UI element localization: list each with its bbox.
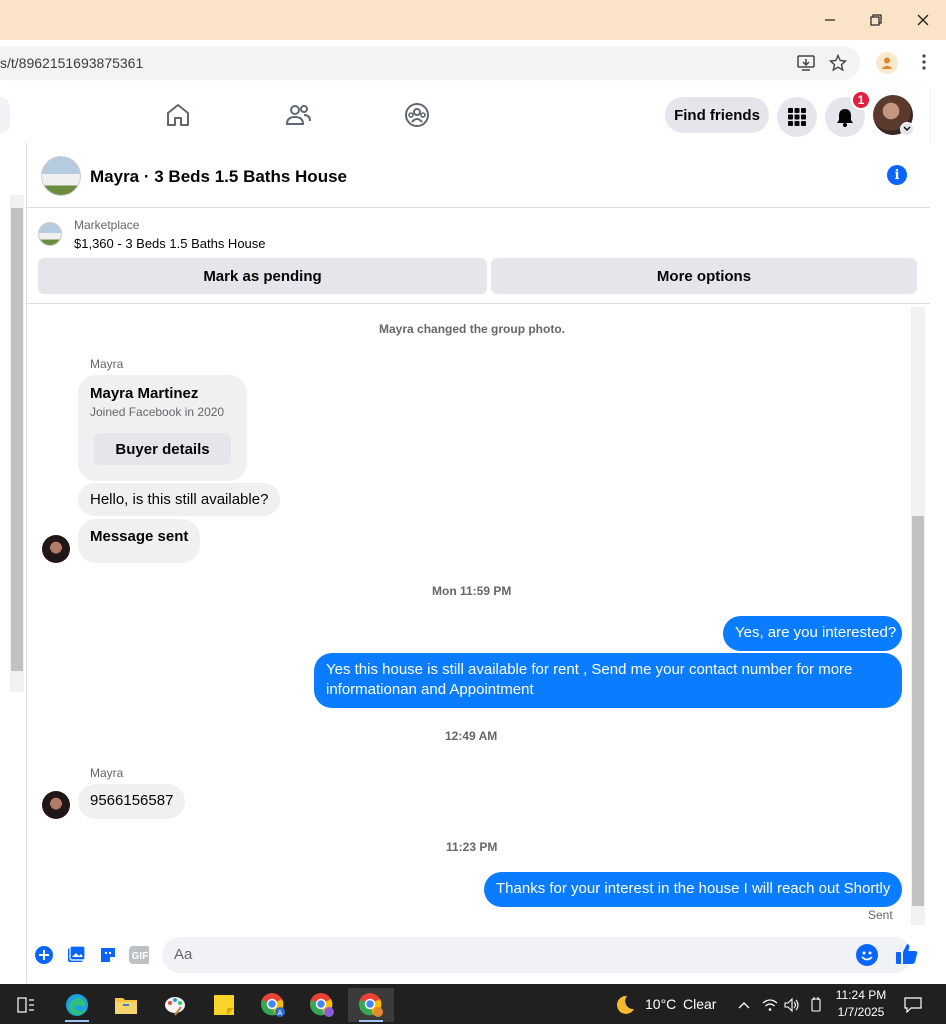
- more-menu-icon[interactable]: [914, 52, 934, 72]
- url-box[interactable]: s/t/8962151693875361: [0, 46, 860, 80]
- home-icon[interactable]: [164, 101, 192, 129]
- mark-as-pending-button[interactable]: Mark as pending: [38, 258, 487, 294]
- chevron-up-icon[interactable]: [733, 988, 755, 1022]
- listing-price-title[interactable]: $1,360 - 3 Beds 1.5 Baths House: [74, 236, 266, 251]
- chrome-profile-b-icon[interactable]: [302, 988, 342, 1022]
- sender-avatar[interactable]: [42, 535, 70, 563]
- add-circle-icon[interactable]: [34, 945, 54, 965]
- browser-titlebar: [0, 0, 946, 40]
- wifi-icon[interactable]: [760, 988, 780, 1022]
- message-thread: Mayra changed the group photo. Mayra May…: [27, 305, 930, 927]
- timestamp-separator: 12:49 AM: [445, 729, 498, 743]
- thread-scrollbar-thumb[interactable]: [912, 516, 924, 906]
- restore-icon[interactable]: [864, 8, 888, 32]
- gif-icon[interactable]: GIF: [129, 945, 149, 965]
- message-bubble-outgoing[interactable]: Thanks for your interest in the house I …: [484, 872, 902, 907]
- message-bubble-outgoing[interactable]: Yes, are you interested?: [723, 616, 902, 651]
- chat-header: Mayra · 3 Beds 1.5 Baths House i: [27, 143, 930, 208]
- marketplace-bar: Marketplace $1,360 - 3 Beds 1.5 Baths Ho…: [27, 208, 930, 304]
- sender-avatar[interactable]: [42, 791, 70, 819]
- composer-bar: GIF Aa: [27, 928, 930, 983]
- message-sent-bubble[interactable]: Message sent: [78, 519, 201, 563]
- message-input[interactable]: Aa: [162, 937, 912, 973]
- info-icon[interactable]: i: [887, 165, 907, 185]
- close-icon[interactable]: [911, 8, 935, 32]
- facebook-navbar: Find friends: [0, 87, 930, 143]
- friends-icon[interactable]: [284, 101, 312, 129]
- listing-thumbnail-small[interactable]: [38, 222, 62, 246]
- paint-app-icon[interactable]: [155, 988, 195, 1022]
- weather-moon-icon[interactable]: [606, 988, 642, 1022]
- address-bar: s/t/8962151693875361: [0, 40, 946, 86]
- sender-name: Mayra: [90, 357, 124, 371]
- message-bubble-incoming[interactable]: 9566156587: [78, 784, 186, 819]
- message-bubble-outgoing[interactable]: Yes this house is still available for re…: [314, 653, 902, 708]
- windows-taskbar: A 10°C Clear 11:24 PM 1/7/2025: [0, 984, 946, 1024]
- menu-grid-icon[interactable]: [777, 97, 817, 137]
- like-thumb-icon[interactable]: [895, 942, 919, 966]
- profile-icon[interactable]: [876, 52, 898, 74]
- battery-plug-icon[interactable]: [805, 988, 827, 1022]
- listing-thumbnail[interactable]: [41, 156, 81, 196]
- task-view-icon[interactable]: [6, 988, 46, 1022]
- timestamp-separator: Mon 11:59 PM: [432, 584, 512, 598]
- file-explorer-icon[interactable]: [106, 988, 146, 1022]
- notification-badge: 1: [851, 90, 871, 110]
- left-scrollbar-thumb[interactable]: [11, 208, 23, 671]
- system-message: Mayra changed the group photo.: [379, 322, 566, 336]
- buyer-joined: Joined Facebook in 2020: [90, 405, 225, 419]
- chrome-profile-a-icon[interactable]: A: [253, 988, 293, 1022]
- taskbar-date[interactable]: 1/7/2025: [834, 1005, 888, 1019]
- more-options-button[interactable]: More options: [491, 258, 917, 294]
- weather-temperature[interactable]: 10°C: [645, 996, 676, 1012]
- timestamp-separator: 11:23 PM: [446, 840, 498, 854]
- url-text[interactable]: s/t/8962151693875361: [0, 55, 143, 71]
- marketplace-label: Marketplace: [74, 218, 140, 232]
- buyer-card: Mayra Martinez Joined Facebook in 2020 B…: [78, 375, 247, 481]
- sender-name: Mayra: [90, 766, 124, 780]
- svg-text:A: A: [278, 1010, 283, 1017]
- buyer-details-button[interactable]: Buyer details: [94, 433, 231, 465]
- taskbar-time[interactable]: 11:24 PM: [834, 988, 888, 1002]
- buyer-name[interactable]: Mayra Martinez: [90, 385, 198, 402]
- edge-browser-icon[interactable]: [57, 988, 97, 1022]
- minimize-icon[interactable]: [818, 8, 842, 32]
- message-status: Sent: [868, 908, 893, 922]
- active-indicator: [359, 1020, 383, 1022]
- active-indicator: [65, 1020, 89, 1022]
- volume-icon[interactable]: [782, 988, 802, 1022]
- chrome-profile-c-icon[interactable]: [348, 988, 394, 1022]
- message-bubble-incoming[interactable]: Hello, is this still available?: [78, 483, 281, 516]
- sticker-icon[interactable]: [98, 945, 118, 965]
- sticky-notes-icon[interactable]: [204, 988, 244, 1022]
- install-app-icon[interactable]: [796, 53, 816, 73]
- emoji-icon[interactable]: [856, 944, 878, 966]
- weather-condition[interactable]: Clear: [683, 996, 716, 1012]
- find-friends-button[interactable]: Find friends: [665, 97, 769, 133]
- notification-center-icon[interactable]: [898, 988, 928, 1022]
- bookmark-star-icon[interactable]: [828, 53, 848, 73]
- svg-text:GIF: GIF: [132, 951, 149, 962]
- groups-icon[interactable]: [403, 101, 431, 129]
- chat-title[interactable]: Mayra · 3 Beds 1.5 Baths House: [90, 167, 347, 187]
- photo-icon[interactable]: [66, 945, 86, 965]
- search-field-stub[interactable]: [0, 97, 10, 133]
- chevron-down-icon[interactable]: [900, 122, 914, 136]
